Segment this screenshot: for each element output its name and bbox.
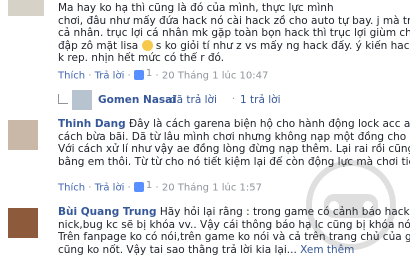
comment-line: cả nhân. trục lợi cá nhân mk gặp toàn bọ… bbox=[58, 27, 410, 40]
comment-body: Ma hay ko hạ thì cũng là đó của mình, th… bbox=[58, 2, 410, 65]
separator: · bbox=[127, 182, 131, 194]
like-count-value: 1 bbox=[145, 68, 153, 79]
comment-line: Trên fanpage ko có nói,trên game ko nói … bbox=[58, 231, 410, 244]
timestamp[interactable]: 20 Tháng 1 lúc 1:57 bbox=[162, 183, 262, 194]
comment-actions: Thích · Trả lời · 1 · 20 Tháng 1 lúc 10:… bbox=[58, 68, 268, 82]
comment-line: cũng ko nốt. Vậy tai sao thằng trả lời k… bbox=[58, 244, 410, 257]
comment-bui-quang-trung: Bùi Quang Trung Hãy hỏi lại rằng : trong… bbox=[0, 204, 415, 262]
comment-line: đập zô mặt lisa s ko giỏi tí như z vs mấ… bbox=[58, 39, 410, 53]
comment-author[interactable]: Bùi Quang Trung bbox=[58, 206, 157, 218]
separator: · bbox=[127, 70, 131, 82]
thumbs-up-icon bbox=[133, 181, 144, 192]
separator: · bbox=[155, 70, 159, 82]
comment-line: nick,bug kc sẽ bị khóa vv.. Vậy cái thôn… bbox=[58, 218, 410, 231]
reply-summary[interactable]: Gomen Nasai đã trả lời · 1 trả lời bbox=[58, 88, 408, 112]
smiley-emoji-icon bbox=[141, 39, 153, 51]
comment-text: cũng ko nốt. Vậy tai sao thằng trả lời k… bbox=[58, 243, 287, 256]
avatar[interactable] bbox=[8, 120, 38, 150]
comment-actions: Thích · Trả lời · 1 · 20 Tháng 1 lúc 1:5… bbox=[58, 180, 262, 194]
reply-label: đã trả lời bbox=[170, 94, 217, 106]
comment-line: cách bừa bãi. Dã từ lâu mình chơi nhưng … bbox=[58, 130, 410, 143]
ellipsis: ... bbox=[286, 243, 297, 256]
like-button[interactable]: Thích bbox=[58, 71, 85, 82]
like-count[interactable]: 1 bbox=[133, 68, 153, 80]
comment-body: Bùi Quang Trung Hãy hỏi lại rằng : trong… bbox=[58, 206, 410, 256]
comment-line: Với cách xử lí như vậy ae đồng lòng đừng… bbox=[58, 143, 410, 156]
avatar bbox=[72, 90, 92, 110]
comment-line: Ma hay ko hạ thì cũng là đó của mình, th… bbox=[58, 2, 334, 14]
separator: · bbox=[232, 94, 236, 105]
comment-text: s ko giỏi tí như z vs mấy ng hack đấy. ý… bbox=[155, 39, 410, 52]
avatar[interactable] bbox=[8, 208, 38, 238]
comment-line: Bùi Quang Trung Hãy hỏi lại rằng : trong… bbox=[58, 206, 410, 219]
reply-count[interactable]: 1 trả lời bbox=[240, 94, 280, 106]
separator: · bbox=[155, 182, 159, 194]
comment-text: Hãy hỏi lại rằng : trong game có cảnh bá… bbox=[159, 206, 410, 218]
like-count[interactable]: 1 bbox=[133, 180, 153, 192]
separator: · bbox=[88, 182, 92, 194]
like-count-value: 1 bbox=[145, 180, 153, 191]
like-button[interactable]: Thích bbox=[58, 183, 85, 194]
reply-arrow-icon bbox=[58, 94, 68, 104]
comment-thinh-dang: Thinh Dang Đây là cách garena biện hộ ch… bbox=[0, 116, 415, 198]
thumbs-up-icon bbox=[133, 69, 144, 80]
avatar[interactable] bbox=[8, 0, 44, 16]
comment-text: đập zô mặt lisa bbox=[58, 39, 139, 52]
comment-line: Thinh Dang Đây là cách garena biện hộ ch… bbox=[58, 118, 410, 131]
separator: · bbox=[88, 70, 92, 82]
reply-author[interactable]: Gomen Nasai bbox=[98, 94, 176, 106]
reply-button[interactable]: Trả lời bbox=[95, 71, 125, 82]
comment-line: chơi, đâu như mấy đứa hack nó cài hack z… bbox=[58, 14, 410, 27]
comment-line: bằng em thôi. Từ từ cho nó tiết kiệm lại… bbox=[58, 155, 410, 168]
top-comment: Ma hay ko hạ thì cũng là đó của mình, th… bbox=[0, 0, 415, 114]
comment-line: k rep. nhịn hết mức có thể r đó. bbox=[58, 52, 225, 65]
timestamp[interactable]: 20 Tháng 1 lúc 10:47 bbox=[162, 71, 269, 82]
reply-button[interactable]: Trả lời bbox=[95, 183, 125, 194]
see-more-link[interactable]: Xem thêm bbox=[300, 244, 354, 256]
comment-body: Thinh Dang Đây là cách garena biện hộ ch… bbox=[58, 118, 410, 168]
comment-text: Đây là cách garena biện hộ cho hành động… bbox=[128, 118, 410, 130]
comment-author[interactable]: Thinh Dang bbox=[58, 118, 126, 130]
